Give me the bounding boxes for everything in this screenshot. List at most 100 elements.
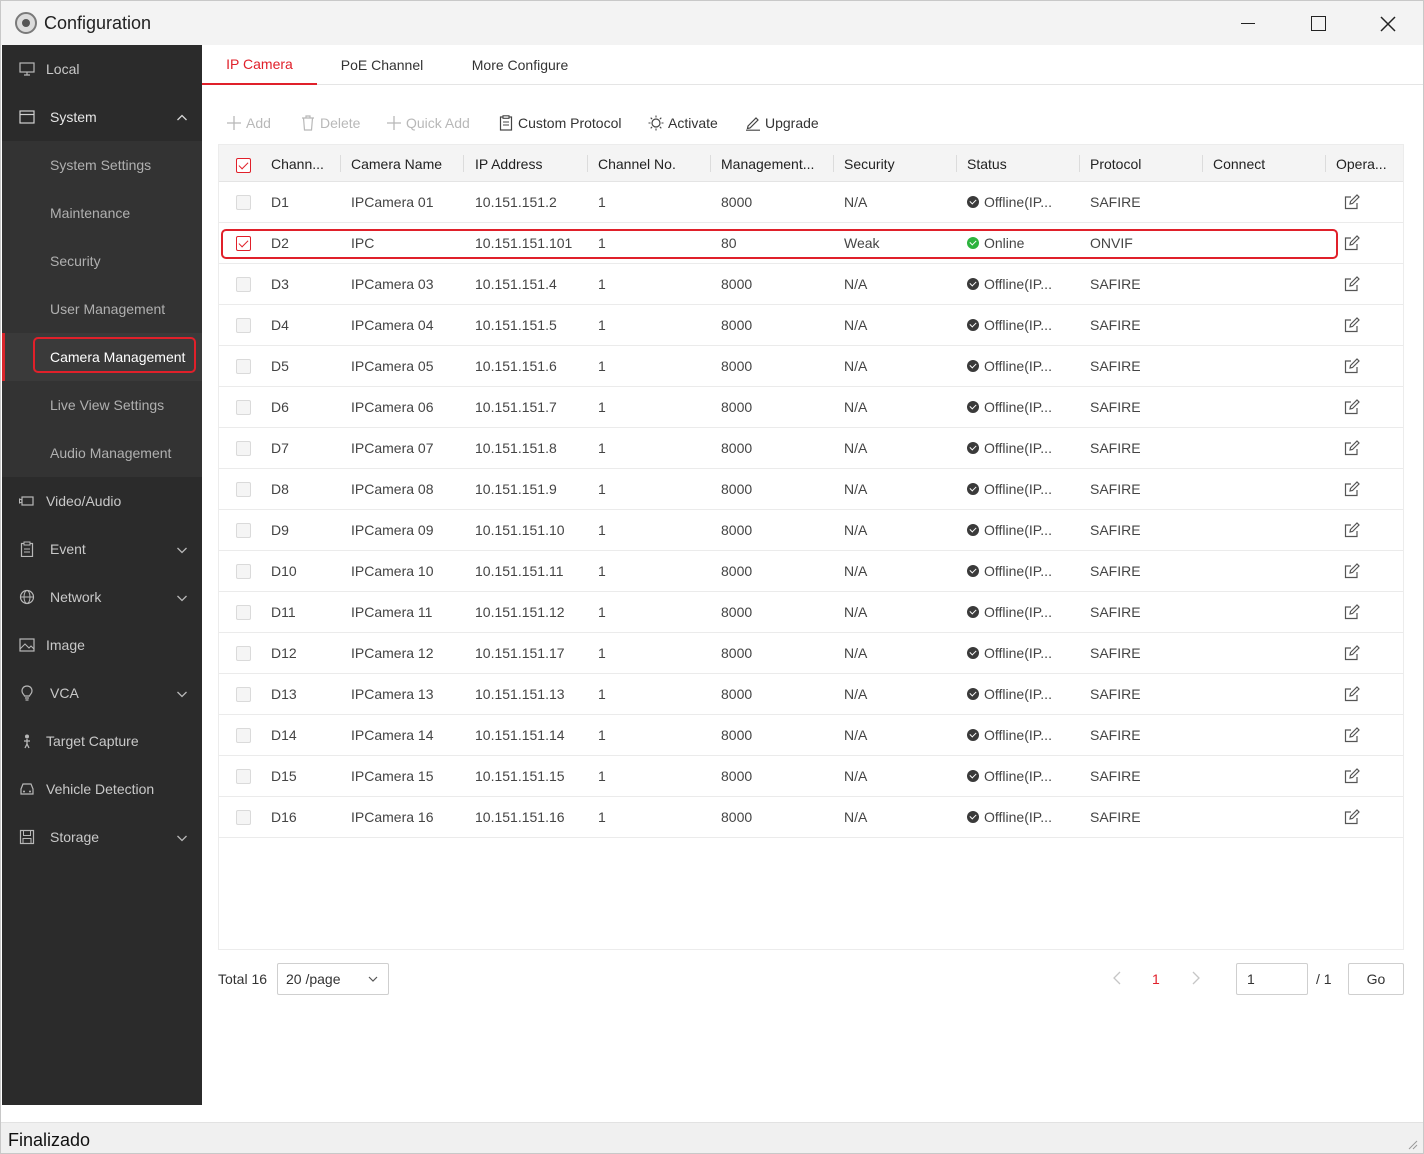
column-header-camera-name[interactable]: Camera Name xyxy=(351,145,461,182)
tab-poe-channel[interactable]: PoE Channel xyxy=(328,45,436,85)
row-checkbox[interactable] xyxy=(236,646,251,661)
row-checkbox[interactable] xyxy=(236,277,251,292)
edit-icon[interactable] xyxy=(1344,686,1360,702)
edit-icon[interactable] xyxy=(1344,358,1360,374)
sidebar-item-vehicle-detection[interactable]: Vehicle Detection xyxy=(2,765,202,813)
row-checkbox[interactable] xyxy=(236,810,251,825)
minimize-button[interactable] xyxy=(1213,1,1283,46)
sidebar-item-network[interactable]: Network xyxy=(2,573,202,621)
row-checkbox[interactable] xyxy=(236,687,251,702)
edit-icon[interactable] xyxy=(1344,768,1360,784)
table-row[interactable]: D14 IPCamera 14 10.151.151.14 1 8000 N/A Offli… xyxy=(219,715,1403,756)
row-checkbox[interactable] xyxy=(236,728,251,743)
sidebar-item-system-settings[interactable]: System Settings xyxy=(2,141,202,189)
custom-protocol-button[interactable]: Custom Protocol xyxy=(498,105,621,141)
upgrade-button[interactable]: Upgrade xyxy=(745,105,819,141)
edit-icon[interactable] xyxy=(1344,809,1360,825)
column-header-ip-address[interactable]: IP Address xyxy=(475,145,585,182)
column-header-management-port[interactable]: Management... xyxy=(721,145,827,182)
row-checkbox[interactable] xyxy=(236,523,251,538)
row-checkbox[interactable] xyxy=(236,605,251,620)
select-all-checkbox[interactable] xyxy=(236,158,251,173)
quick-add-button[interactable]: Quick Add xyxy=(386,105,470,141)
add-button[interactable]: Add xyxy=(226,105,271,141)
table-row[interactable]: D10 IPCamera 10 10.151.151.11 1 8000 N/A Offli… xyxy=(219,551,1403,592)
table-row[interactable]: D9 IPCamera 09 10.151.151.10 1 8000 N/A Offlin… xyxy=(219,510,1403,551)
table-row[interactable]: D4 IPCamera 04 10.151.151.5 1 8000 N/A Offline… xyxy=(219,305,1403,346)
column-header-connect[interactable]: Connect xyxy=(1213,145,1323,182)
sidebar-item-storage[interactable]: Storage xyxy=(2,813,202,861)
sidebar-item-system[interactable]: System xyxy=(2,93,202,141)
table-row[interactable]: D2 IPC 10.151.151.101 1 80 Weak Online ONVIF xyxy=(219,223,1403,264)
sidebar-item-vca[interactable]: VCA xyxy=(2,669,202,717)
table-row[interactable]: D7 IPCamera 07 10.151.151.8 1 8000 N/A Offline… xyxy=(219,428,1403,469)
tab-more-configure[interactable]: More Configure xyxy=(458,45,582,85)
sidebar-item-image[interactable]: Image xyxy=(2,621,202,669)
edit-icon[interactable] xyxy=(1344,604,1360,620)
sidebar-item-target-capture[interactable]: Target Capture xyxy=(2,717,202,765)
cell-ip-address: 10.151.151.14 xyxy=(475,727,565,743)
status-text: Online xyxy=(984,235,1025,251)
edit-icon[interactable] xyxy=(1344,563,1360,579)
row-checkbox[interactable] xyxy=(236,482,251,497)
activate-button[interactable]: Activate xyxy=(648,105,718,141)
edit-icon[interactable] xyxy=(1344,399,1360,415)
next-page-icon[interactable] xyxy=(1189,970,1203,986)
edit-icon[interactable] xyxy=(1344,194,1360,210)
cell-connect xyxy=(1213,428,1313,468)
table-row[interactable]: D12 IPCamera 12 10.151.151.17 1 8000 N/A Offli… xyxy=(219,633,1403,674)
row-checkbox[interactable] xyxy=(236,400,251,415)
column-header-status[interactable]: Status xyxy=(967,145,1077,182)
delete-button[interactable]: Delete xyxy=(300,105,360,141)
page-size-select[interactable]: 20 /page xyxy=(277,963,389,995)
current-page-number[interactable]: 1 xyxy=(1152,971,1160,987)
table-row[interactable]: D6 IPCamera 06 10.151.151.7 1 8000 N/A Offline… xyxy=(219,387,1403,428)
page-jump-input[interactable] xyxy=(1236,963,1308,995)
sidebar-item-local[interactable]: Local xyxy=(2,45,202,93)
edit-icon[interactable] xyxy=(1344,440,1360,456)
table-row[interactable]: D8 IPCamera 08 10.151.151.9 1 8000 N/A Offline… xyxy=(219,469,1403,510)
sidebar-item-maintenance[interactable]: Maintenance xyxy=(2,189,202,237)
go-button[interactable]: Go xyxy=(1348,963,1404,995)
sidebar-item-video-audio[interactable]: Video/Audio xyxy=(2,477,202,525)
row-checkbox[interactable] xyxy=(236,564,251,579)
edit-icon[interactable] xyxy=(1344,645,1360,661)
column-header-protocol[interactable]: Protocol xyxy=(1090,145,1200,182)
edit-icon[interactable] xyxy=(1344,727,1360,743)
table-row[interactable]: D3 IPCamera 03 10.151.151.4 1 8000 N/A Offline… xyxy=(219,264,1403,305)
edit-icon[interactable] xyxy=(1344,522,1360,538)
sidebar-item-event[interactable]: Event xyxy=(2,525,202,573)
resize-grip-icon[interactable] xyxy=(1406,1138,1418,1150)
column-header-operation[interactable]: Opera... xyxy=(1336,145,1396,182)
sidebar-item-audio-management[interactable]: Audio Management xyxy=(2,429,202,477)
table-row[interactable]: D16 IPCamera 16 10.151.151.16 1 8000 N/A Offli… xyxy=(219,797,1403,838)
chevron-down-icon xyxy=(368,976,378,982)
row-checkbox[interactable] xyxy=(236,441,251,456)
table-row[interactable]: D1 IPCamera 01 10.151.151.2 1 8000 N/A Offline… xyxy=(219,182,1403,223)
cell-channel-no: 1 xyxy=(598,768,606,784)
row-checkbox[interactable] xyxy=(236,769,251,784)
table-row[interactable]: D15 IPCamera 15 10.151.151.15 1 8000 N/A Offli… xyxy=(219,756,1403,797)
sidebar-item-security[interactable]: Security xyxy=(2,237,202,285)
maximize-button[interactable] xyxy=(1283,1,1353,46)
edit-icon[interactable] xyxy=(1344,317,1360,333)
prev-page-icon[interactable] xyxy=(1110,970,1124,986)
table-row[interactable]: D11 IPCamera 11 10.151.151.12 1 8000 N/A Offli… xyxy=(219,592,1403,633)
table-row[interactable]: D13 IPCamera 13 10.151.151.13 1 8000 N/A Offli… xyxy=(219,674,1403,715)
row-checkbox[interactable] xyxy=(236,359,251,374)
cell-ip-address: 10.151.151.16 xyxy=(475,809,565,825)
row-checkbox[interactable] xyxy=(236,236,251,251)
column-header-security[interactable]: Security xyxy=(844,145,954,182)
row-checkbox[interactable] xyxy=(236,318,251,333)
table-row[interactable]: D5 IPCamera 05 10.151.151.6 1 8000 N/A Offline… xyxy=(219,346,1403,387)
edit-icon[interactable] xyxy=(1344,276,1360,292)
column-header-channel-no[interactable]: Channel No. xyxy=(598,145,708,182)
column-header-channel[interactable]: Chann... xyxy=(271,145,335,182)
row-checkbox[interactable] xyxy=(236,195,251,210)
tab-ip-camera[interactable]: IP Camera xyxy=(202,45,317,85)
close-button[interactable] xyxy=(1353,1,1423,46)
sidebar-item-user-management[interactable]: User Management xyxy=(2,285,202,333)
edit-icon[interactable] xyxy=(1344,481,1360,497)
sidebar-item-live-view-settings[interactable]: Live View Settings xyxy=(2,381,202,429)
edit-icon[interactable] xyxy=(1344,235,1360,251)
